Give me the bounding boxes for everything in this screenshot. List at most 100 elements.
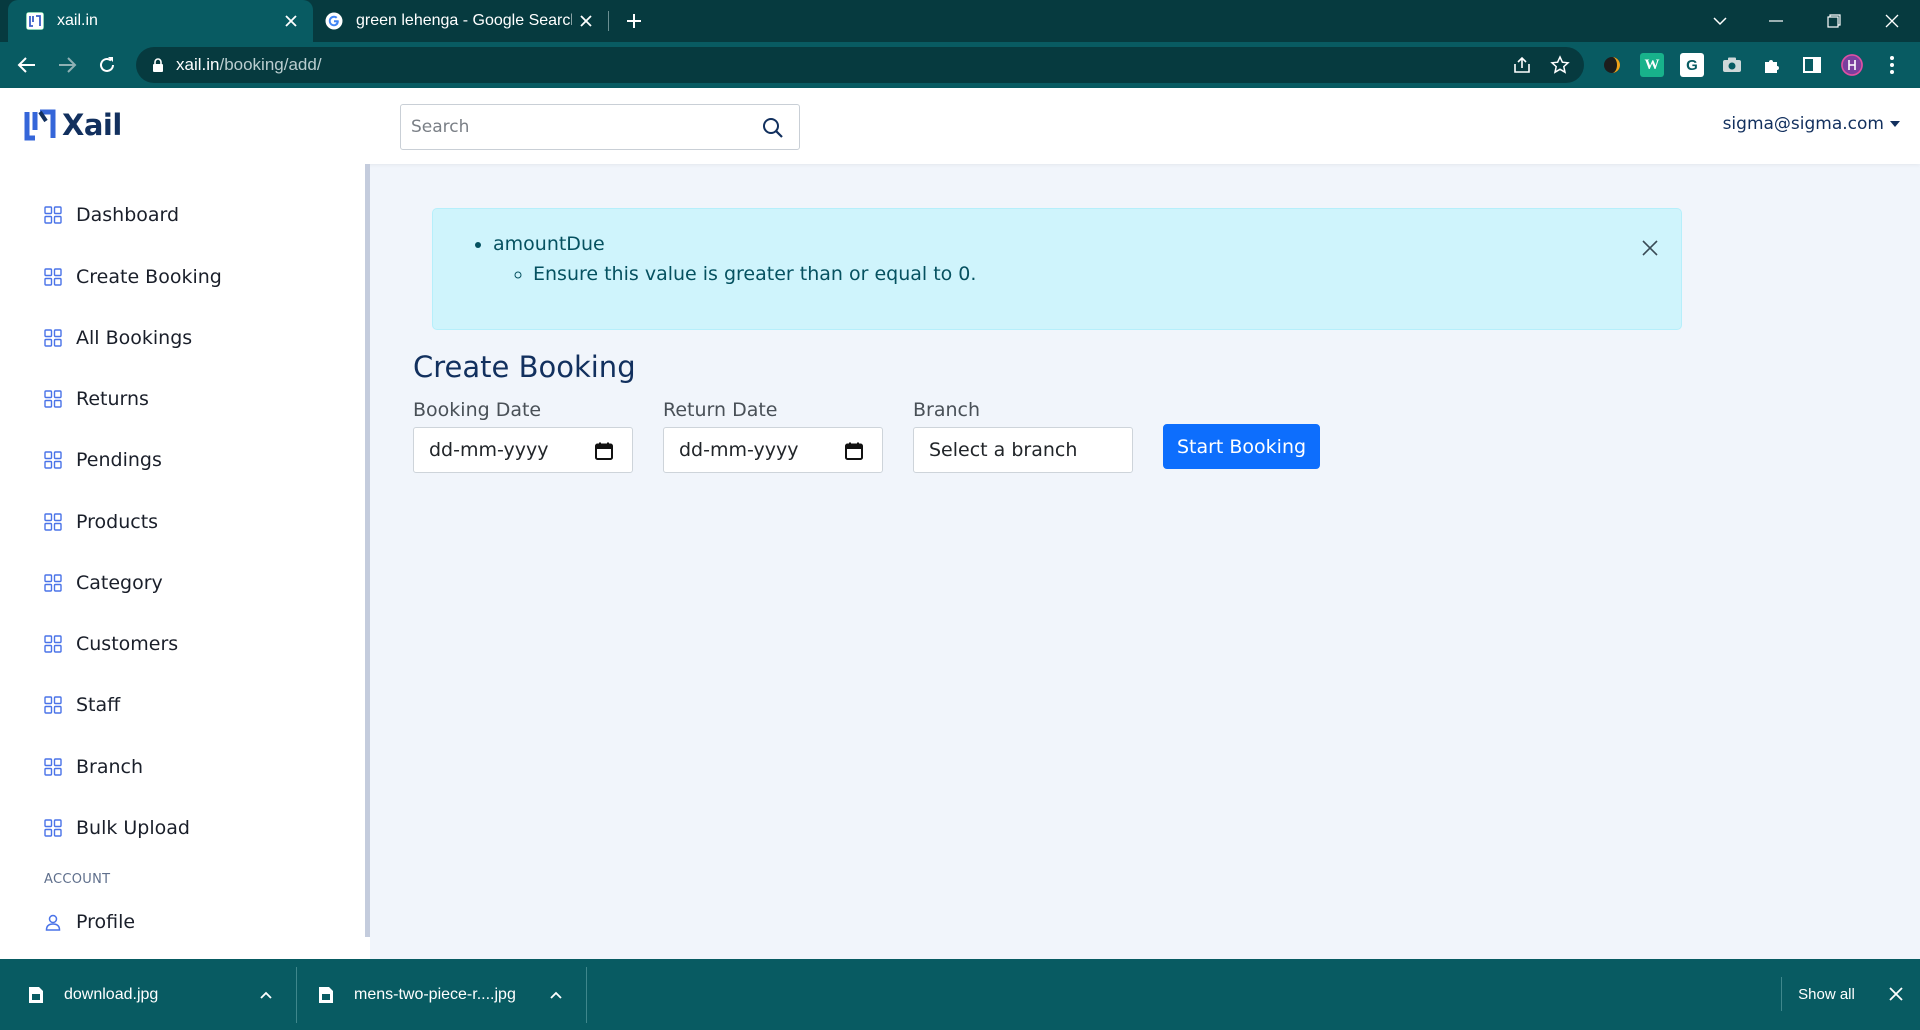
grammarly-icon[interactable]: G: [1680, 53, 1704, 77]
share-icon[interactable]: [1510, 53, 1534, 77]
lock-icon[interactable]: [150, 57, 166, 73]
url-text[interactable]: xail.in/booking/add/: [176, 55, 322, 75]
show-all-downloads-button[interactable]: Show all: [1781, 977, 1871, 1011]
bookmark-star-icon[interactable]: [1548, 53, 1572, 77]
grid-icon: [44, 574, 62, 592]
return-date-value: dd-mm-yyyy: [679, 439, 799, 461]
sidebar-item-label: Branch: [76, 756, 144, 778]
sidebar-item-label: Returns: [76, 388, 149, 410]
error-message: Ensure this value is greater than or equ…: [533, 259, 976, 289]
close-icon[interactable]: [572, 7, 600, 35]
file-icon: [29, 986, 43, 1003]
download-item[interactable]: mens-two-piece-r....jpg: [318, 959, 570, 1030]
sidebar-item-pendings[interactable]: Pendings: [44, 445, 162, 475]
file-icon: [319, 986, 333, 1003]
reload-icon[interactable]: [92, 50, 122, 80]
back-icon[interactable]: [12, 50, 42, 80]
sidebar-item-branch[interactable]: Branch: [44, 752, 143, 782]
forward-icon[interactable]: [52, 50, 82, 80]
profile-avatar-icon[interactable]: [1840, 53, 1864, 77]
sidebar-item-customers[interactable]: Customers: [44, 629, 178, 659]
sidebar-item-products[interactable]: Products: [44, 507, 158, 537]
grid-icon: [44, 635, 62, 653]
grid-icon: [44, 451, 62, 469]
brave-icon[interactable]: [1600, 53, 1624, 77]
calendar-icon[interactable]: [594, 441, 614, 461]
brand-name: Xail: [62, 108, 122, 142]
chevron-down-icon: [1890, 121, 1900, 127]
sidebar-item-label: Category: [76, 572, 163, 594]
browser-toolbar: xail.in/booking/add/ W G: [0, 42, 1920, 88]
error-alert: amountDue Ensure this value is greater t…: [432, 208, 1682, 330]
sidebar-item-category[interactable]: Category: [44, 568, 163, 598]
close-icon[interactable]: [1637, 235, 1663, 261]
tab-search-chevron-icon[interactable]: [1696, 0, 1744, 42]
tab-divider: [608, 11, 609, 31]
puzzle-icon[interactable]: [1760, 53, 1784, 77]
browser-tab-bar: xail.in green lehenga - Google Search: [0, 0, 1920, 42]
sidebar-item-label: Staff: [76, 694, 121, 716]
start-booking-button[interactable]: Start Booking: [1163, 424, 1320, 469]
return-date-input[interactable]: dd-mm-yyyy: [663, 427, 883, 473]
user-menu[interactable]: sigma@sigma.com: [1723, 114, 1900, 134]
error-field-name: amountDue: [493, 233, 605, 255]
tab-google-search[interactable]: green lehenga - Google Search: [318, 0, 608, 42]
new-tab-icon[interactable]: [620, 7, 648, 35]
grid-icon: [44, 390, 62, 408]
grid-icon: [44, 696, 62, 714]
camera-icon[interactable]: [1720, 53, 1744, 77]
sidebar-item-create-booking[interactable]: Create Booking: [44, 262, 222, 292]
grid-icon: [44, 206, 62, 224]
browser-menu-icon[interactable]: [1880, 53, 1904, 77]
close-icon[interactable]: [277, 7, 305, 35]
grid-icon: [44, 329, 62, 347]
search-icon[interactable]: [761, 116, 785, 140]
sidebar-item-label: All Bookings: [76, 327, 193, 349]
sidebar-item-all-bookings[interactable]: All Bookings: [44, 323, 192, 353]
close-icon[interactable]: [1884, 982, 1908, 1006]
restore-icon[interactable]: [1810, 0, 1858, 42]
tab-title: xail.in: [57, 12, 98, 29]
error-field: amountDue Ensure this value is greater t…: [493, 229, 976, 289]
sidebar-item-profile[interactable]: Profile: [44, 907, 135, 937]
user-icon: [45, 914, 61, 931]
tab-xail[interactable]: xail.in: [8, 0, 313, 42]
download-item[interactable]: download.jpg: [28, 959, 280, 1030]
address-bar[interactable]: xail.in/booking/add/: [136, 47, 1584, 83]
branch-select[interactable]: Select a branch: [913, 427, 1133, 473]
sidebar-item-label: Create Booking: [76, 266, 222, 288]
side-panel-icon[interactable]: [1800, 53, 1824, 77]
sidebar-section-account: ACCOUNT: [44, 872, 111, 887]
sidebar-item-bulk-upload[interactable]: Bulk Upload: [44, 813, 190, 843]
sidebar-item-label: Products: [76, 511, 159, 533]
chevron-up-icon[interactable]: [548, 987, 564, 1003]
window-close-icon[interactable]: [1868, 0, 1916, 42]
sidebar-scrollbar[interactable]: [365, 164, 370, 937]
booking-date-value: dd-mm-yyyy: [429, 439, 549, 461]
error-messages: Ensure this value is greater than or equ…: [533, 259, 976, 289]
grid-icon: [44, 513, 62, 531]
url-path: /booking/add/: [219, 55, 322, 74]
booking-date-input[interactable]: dd-mm-yyyy: [413, 427, 633, 473]
sidebar-item-label: Pendings: [76, 449, 162, 471]
chevron-up-icon[interactable]: [258, 987, 274, 1003]
download-divider: [586, 967, 587, 1023]
download-filename: mens-two-piece-r....jpg: [354, 985, 516, 1003]
w-extension-icon[interactable]: W: [1640, 53, 1664, 77]
sidebar-item-staff[interactable]: Staff: [44, 690, 120, 720]
minimize-icon[interactable]: [1752, 0, 1800, 42]
error-list: amountDue Ensure this value is greater t…: [493, 229, 976, 289]
sidebar-item-label: Profile: [76, 911, 136, 933]
branch-select-value: Select a branch: [929, 439, 1078, 461]
xail-favicon: [25, 11, 45, 31]
search-input[interactable]: [411, 105, 751, 149]
calendar-icon[interactable]: [844, 441, 864, 461]
google-icon: [324, 11, 344, 31]
sidebar-item-dashboard[interactable]: Dashboard: [44, 200, 179, 230]
sidebar-item-returns[interactable]: Returns: [44, 384, 149, 414]
download-bar: download.jpg mens-two-piece-r....jpg Sho…: [0, 959, 1920, 1030]
brand-logo[interactable]: Xail: [24, 108, 122, 142]
grid-icon: [44, 819, 62, 837]
app-header: Xail sigma@sigma.com: [0, 88, 1920, 164]
search-field[interactable]: [400, 104, 800, 150]
